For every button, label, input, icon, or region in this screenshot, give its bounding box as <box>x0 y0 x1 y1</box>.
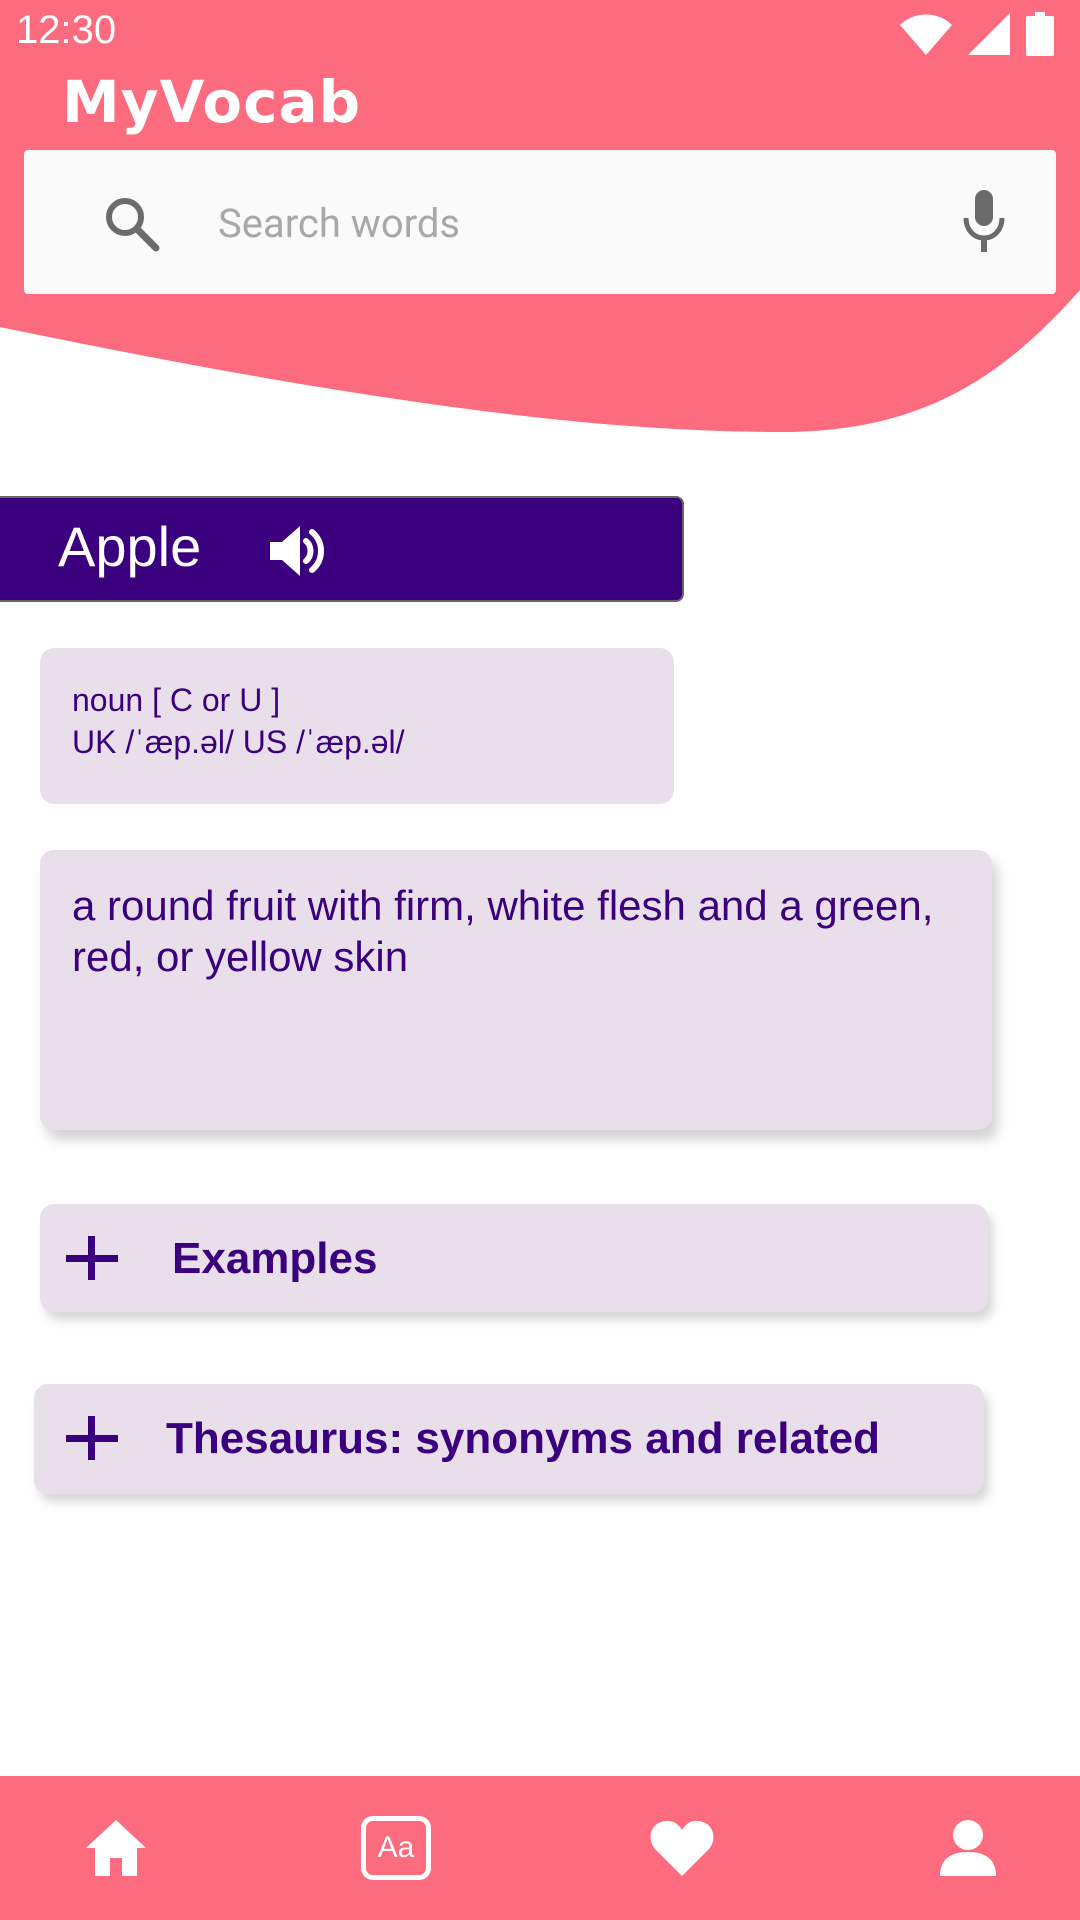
plus-icon[interactable] <box>66 1416 118 1460</box>
bottom-nav: Aa <box>0 1776 1080 1920</box>
nav-profile[interactable] <box>908 1776 1028 1920</box>
headword: Apple <box>58 515 202 578</box>
search-bar[interactable] <box>24 150 1056 294</box>
nav-favorites[interactable] <box>622 1776 742 1920</box>
thesaurus-label[interactable]: Thesaurus: synonyms and related <box>166 1414 880 1464</box>
battery-icon <box>1026 12 1054 56</box>
heart-icon[interactable] <box>650 1820 714 1876</box>
examples-label[interactable]: Examples <box>172 1234 377 1284</box>
microphone-icon[interactable] <box>962 190 1006 254</box>
nav-home[interactable] <box>56 1776 176 1920</box>
definition-text: a round fruit with firm, white flesh and… <box>72 882 934 980</box>
profile-icon[interactable] <box>940 1820 996 1876</box>
dictionary-icon[interactable]: Aa <box>361 1816 431 1880</box>
status-icons <box>900 12 1054 56</box>
home-icon[interactable] <box>86 1820 146 1876</box>
app-title: MyVocab <box>62 68 362 136</box>
search-input[interactable] <box>216 190 940 256</box>
cellular-signal-icon <box>968 13 1010 55</box>
search-icon[interactable] <box>102 194 162 254</box>
speaker-icon[interactable] <box>270 524 328 578</box>
status-time: 12:30 <box>16 8 117 52</box>
plus-icon[interactable] <box>66 1236 118 1280</box>
pronunciation-card: noun [ C or U ] UK /ˈæp.əl/ US /ˈæp.əl/ <box>40 648 674 804</box>
examples-section[interactable]: Examples <box>40 1204 988 1312</box>
thesaurus-section[interactable]: Thesaurus: synonyms and related <box>34 1384 984 1494</box>
part-of-speech: noun [ C or U ] <box>72 682 281 718</box>
definition-card: a round fruit with firm, white flesh and… <box>40 850 992 1130</box>
headword-bar: Apple <box>0 496 684 602</box>
status-bar: 12:30 <box>0 0 1080 64</box>
nav-dictionary[interactable]: Aa <box>336 1776 456 1920</box>
dictionary-icon-text: Aa <box>377 1831 415 1864</box>
wifi-icon <box>900 14 952 55</box>
pronunciation: UK /ˈæp.əl/ US /ˈæp.əl/ <box>72 724 405 760</box>
